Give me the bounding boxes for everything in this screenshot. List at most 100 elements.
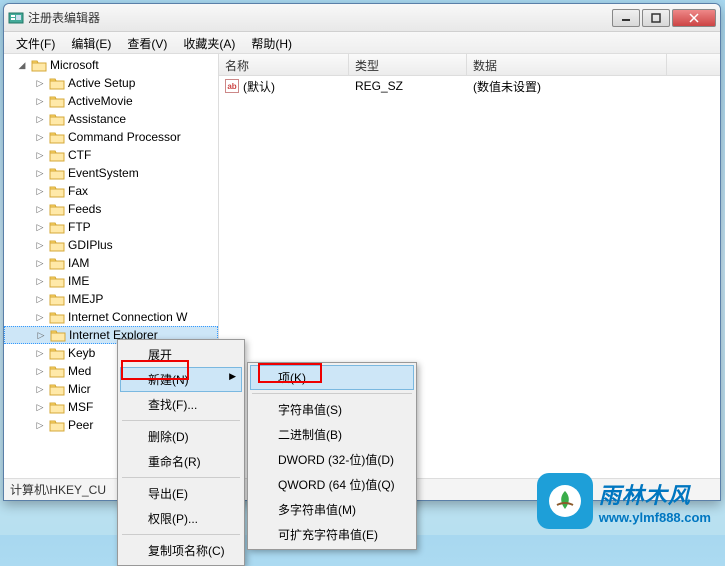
menu-edit[interactable]: 编辑(E) [63, 32, 119, 53]
ctx-new[interactable]: 新建(N) [120, 367, 242, 392]
expand-icon[interactable]: ▷ [34, 95, 46, 107]
ctx-delete[interactable]: 删除(D) [120, 424, 242, 449]
tree-node-item[interactable]: ▷ IMEJP [4, 290, 218, 308]
tree-label: Feeds [68, 202, 101, 216]
titlebar[interactable]: 注册表编辑器 [4, 4, 720, 32]
ctx-expand[interactable]: 展开 [120, 342, 242, 367]
expand-icon[interactable]: ▷ [34, 401, 46, 413]
expand-icon[interactable]: ▷ [34, 77, 46, 89]
expand-icon[interactable]: ▷ [34, 167, 46, 179]
col-data[interactable]: 数据 [467, 54, 667, 75]
ctx-new-string[interactable]: 字符串值(S) [250, 397, 414, 422]
expand-icon[interactable]: ▷ [34, 257, 46, 269]
tree-node-item[interactable]: ▷FTP [4, 218, 218, 236]
tree-label: Command Processor [68, 130, 181, 144]
ctx-export[interactable]: 导出(E) [120, 481, 242, 506]
folder-icon [49, 202, 65, 216]
tree-node-item[interactable]: ▷GDIPlus [4, 236, 218, 254]
folder-icon [49, 274, 65, 288]
tree-label: ActiveMovie [68, 94, 133, 108]
expand-icon[interactable]: ▷ [34, 185, 46, 197]
menu-view[interactable]: 查看(V) [119, 32, 175, 53]
tree-label: CTF [68, 148, 91, 162]
tree-label: Micr [68, 382, 91, 396]
folder-icon [49, 76, 65, 90]
folder-icon [50, 328, 66, 342]
tree-label: Active Setup [68, 76, 135, 90]
expand-icon[interactable]: ▷ [34, 131, 46, 143]
expand-icon[interactable]: ▷ [34, 293, 46, 305]
ctx-new-multi[interactable]: 多字符串值(M) [250, 497, 414, 522]
string-value-icon: ab [225, 79, 239, 93]
tree-node-item[interactable]: ▷ Feeds [4, 200, 218, 218]
ctx-permissions[interactable]: 权限(P)... [120, 506, 242, 531]
menu-help[interactable]: 帮助(H) [243, 32, 300, 53]
menu-favorites[interactable]: 收藏夹(A) [175, 32, 243, 53]
tree-node-item[interactable]: ▷ IME [4, 272, 218, 290]
tree-node-item[interactable]: ▷ ActiveMovie [4, 92, 218, 110]
folder-icon [49, 112, 65, 126]
expand-icon[interactable]: ▷ [34, 239, 46, 251]
minimize-button[interactable] [612, 9, 640, 27]
tree-node-item[interactable]: ▷ Active Setup [4, 74, 218, 92]
tree-label: IME [68, 274, 89, 288]
expand-icon[interactable]: ▷ [34, 365, 46, 377]
tree-label: MSF [68, 400, 93, 414]
folder-icon [49, 310, 65, 324]
tree-node-item[interactable]: ▷ Internet Connection W [4, 308, 218, 326]
tree-node-item[interactable]: ▷Assistance [4, 110, 218, 128]
ctx-separator [122, 477, 240, 478]
status-path: 计算机\HKEY_CU [10, 481, 106, 498]
watermark: 雨林木风 www.ylmf888.com [537, 473, 711, 529]
context-menu-new: 项(K) 字符串值(S) 二进制值(B) DWORD (32-位)值(D) QW… [247, 362, 417, 550]
col-type[interactable]: 类型 [349, 54, 467, 75]
watermark-name: 雨林木风 [599, 478, 711, 510]
expand-icon[interactable]: ▷ [34, 311, 46, 323]
watermark-logo-icon [537, 473, 593, 529]
tree-label: EventSystem [68, 166, 139, 180]
expand-icon[interactable]: ▷ [34, 383, 46, 395]
collapse-icon[interactable]: ◢ [16, 59, 28, 71]
menu-file[interactable]: 文件(F) [8, 32, 63, 53]
list-row[interactable]: ab (默认) REG_SZ (数值未设置) [219, 76, 720, 96]
ctx-copykey[interactable]: 复制项名称(C) [120, 538, 242, 563]
ctx-separator [252, 393, 412, 394]
expand-icon[interactable]: ▷ [34, 221, 46, 233]
tree-label: Med [68, 364, 91, 378]
col-name[interactable]: 名称 [219, 54, 349, 75]
cell-data: (数值未设置) [467, 78, 667, 95]
expand-icon[interactable]: ▷ [34, 347, 46, 359]
window-title: 注册表编辑器 [28, 9, 612, 26]
expand-icon[interactable]: ▷ [34, 419, 46, 431]
tree-node-item[interactable]: ▷ Fax [4, 182, 218, 200]
tree-node-item[interactable]: ▷ Command Processor [4, 128, 218, 146]
folder-icon [49, 400, 65, 414]
close-button[interactable] [672, 9, 716, 27]
tree-node-item[interactable]: ▷IAM [4, 254, 218, 272]
maximize-button[interactable] [642, 9, 670, 27]
expand-icon[interactable]: ▷ [34, 149, 46, 161]
expand-icon[interactable]: ▷ [34, 203, 46, 215]
tree-label: Internet Connection W [68, 310, 187, 324]
ctx-new-qword[interactable]: QWORD (64 位)值(Q) [250, 472, 414, 497]
ctx-new-dword[interactable]: DWORD (32-位)值(D) [250, 447, 414, 472]
ctx-new-key[interactable]: 项(K) [250, 365, 414, 390]
tree-label: Fax [68, 184, 88, 198]
cell-name: ab (默认) [219, 78, 349, 95]
app-icon [8, 10, 24, 26]
tree-label: IMEJP [68, 292, 103, 306]
tree-node-item[interactable]: ▷ EventSystem [4, 164, 218, 182]
folder-icon [49, 382, 65, 396]
tree-label: Peer [68, 418, 93, 432]
tree-label: Microsoft [50, 58, 99, 72]
expand-icon[interactable]: ▷ [34, 113, 46, 125]
tree-node-item[interactable]: ▷ CTF [4, 146, 218, 164]
tree-node-root[interactable]: ◢ Microsoft [4, 56, 218, 74]
expand-icon[interactable]: ▷ [35, 329, 47, 341]
folder-icon [31, 58, 47, 72]
ctx-new-binary[interactable]: 二进制值(B) [250, 422, 414, 447]
expand-icon[interactable]: ▷ [34, 275, 46, 287]
folder-icon [49, 238, 65, 252]
ctx-rename[interactable]: 重命名(R) [120, 449, 242, 474]
ctx-find[interactable]: 查找(F)... [120, 392, 242, 417]
